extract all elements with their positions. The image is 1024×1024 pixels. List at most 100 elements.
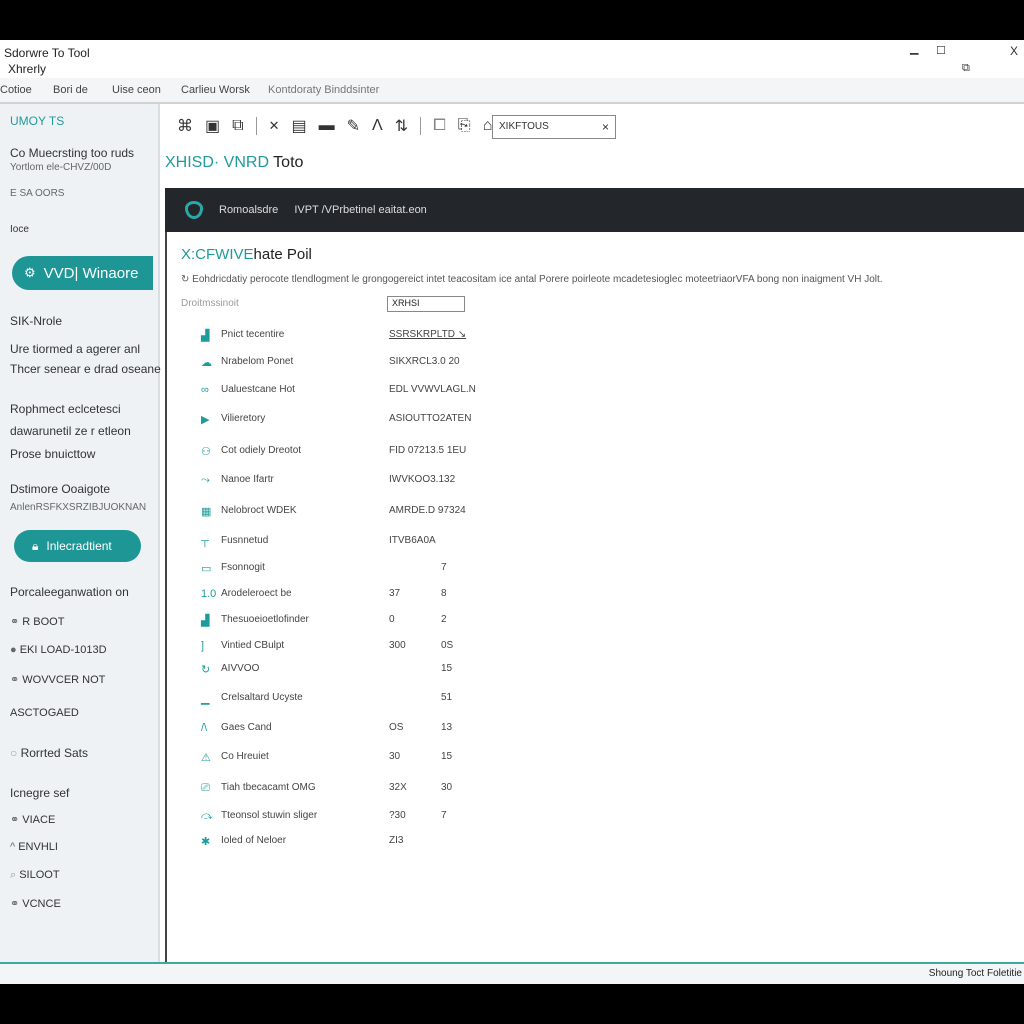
sidebar-item[interactable]: ^ ENVHLI (10, 841, 58, 853)
plugin-icon[interactable]: ⌘ (177, 116, 193, 136)
sidebar: UMOY TS Co Muecrsting too ruds Yortlom e… (0, 104, 161, 962)
row-value-2: 30 (441, 782, 453, 793)
sidebar-item[interactable]: ⌕ SILOOT (10, 869, 60, 882)
row-label: Ualuestcane Hot (221, 384, 295, 395)
cut-icon[interactable]: ✕ (269, 118, 280, 134)
settings-icon: ⚙ (24, 265, 36, 280)
row-value: 37 (389, 588, 401, 599)
sidebar-item[interactable]: ⚭ R BOOT (10, 615, 64, 628)
table-row[interactable]: ⤳ Nanoe Ifartr IWVKOO3.132 (201, 474, 601, 490)
close-button[interactable]: X (1010, 44, 1018, 58)
interaction-button[interactable]: 🔒︎ Inlecradtient (14, 530, 141, 562)
tag-icon[interactable]: ⌂ (483, 117, 493, 135)
document-icon[interactable]: ▤ (291, 116, 306, 136)
cloud-icon: ☁ (201, 357, 212, 369)
sidebar-item[interactable]: ⚭ WOVVCER NOT (10, 673, 105, 686)
menu-item[interactable]: Bori de (53, 84, 88, 96)
restore-button[interactable]: ⧉ (962, 62, 970, 75)
files-icon[interactable]: ⎘ (458, 117, 471, 135)
sort-icon[interactable]: ⇅ (395, 116, 408, 136)
minimize-button[interactable]: ▁ (910, 42, 918, 55)
copy-icon[interactable]: ⧉ (232, 117, 243, 135)
row-label: Nanoe Ifartr (221, 474, 274, 485)
row-value: 300 (389, 640, 406, 651)
edit-icon[interactable]: ✎ (347, 116, 360, 136)
search-icon: ⌕ (10, 869, 20, 881)
sidebar-item[interactable]: ⚭ VCNCE (10, 897, 61, 910)
clear-search-icon[interactable]: × (602, 120, 609, 134)
table-row[interactable]: ⚠ Co Hreuiet 30 15 (201, 751, 601, 767)
table-row[interactable]: ☁ Nrabelom Ponet SIKXRCL3.0 20 (201, 356, 601, 372)
sidebar-face: Ioce (10, 224, 29, 235)
link-icon: ⚭ (10, 674, 23, 686)
table-row[interactable]: ] Vintied CBulpt 300 0S (201, 640, 601, 656)
table-row[interactable]: ▦ Nelobroct WDEK AMRDE.D 97324 (201, 505, 601, 521)
table-row[interactable]: ⚇ Cot odiely Dreotot FID 07213.5 1EU (201, 445, 601, 461)
menu-item[interactable]: Uise ceon (112, 84, 161, 96)
table-row[interactable]: ✱ Ioled of Neloer ZI3 (201, 835, 601, 851)
warning-icon: ⚠ (201, 752, 211, 764)
sidebar-item[interactable]: ● EKI LOAD-1013D (10, 644, 107, 656)
sidebar-text: Prose bnuicttow (10, 447, 96, 461)
menu-item[interactable]: Kontdoraty Binddsinter (268, 84, 379, 96)
row-value-2: 7 (441, 810, 447, 821)
row-value: ASIOUTTO2ATEN (389, 413, 472, 424)
flag-icon: ▶ (201, 414, 210, 426)
toolbar-divider (255, 117, 257, 135)
sidebar-item[interactable]: ⚭ VIACE (10, 813, 55, 826)
row-label: Tteonsol stuwin sliger (221, 810, 318, 821)
sidebar-section: Dstimore Ooaigote (10, 482, 111, 496)
table-row[interactable]: ⤼ Tteonsol stuwin sliger ?30 7 (201, 810, 601, 826)
table-row[interactable]: ∞ Ualuestcane Hot EDL VVWVLAGL.N (201, 384, 601, 400)
row-label: Crelsaltard Ucyste (221, 692, 303, 703)
menu-item[interactable]: Carlieu Worsk (181, 84, 250, 96)
menu-bar: Cotioe Bori de Uise ceon Carlieu Worsk K… (0, 78, 1024, 104)
field-label: Droitmssinoit (181, 298, 239, 309)
number-icon: 1.0 (201, 588, 217, 600)
banner: Romoalsdre IVPT /VPrbetinel eaitat.eon (165, 188, 1024, 232)
image-icon: ▭ (201, 563, 212, 575)
row-label: Vilieretory (221, 413, 266, 424)
users-icon: ⚇ (201, 446, 211, 458)
table-row[interactable]: ⎚ Tiah tbecacamt OMG 32X 30 (201, 782, 601, 798)
menu-item[interactable]: Cotioe (0, 84, 32, 96)
row-value-2: 2 (441, 614, 447, 625)
table-row[interactable]: ▭ Fsonnogit 7 (201, 562, 601, 578)
save-icon[interactable]: ▬ (319, 117, 335, 135)
row-label: Pnict tecentire (221, 329, 285, 340)
table-row[interactable]: ▶ Vilieretory ASIOUTTO2ATEN (201, 413, 601, 429)
maximize-button[interactable]: ☐ (936, 44, 946, 57)
table-row[interactable]: /\ Gaes Cand OS 13 (201, 722, 601, 738)
row-value: ?30 (389, 810, 406, 821)
sidebar-header: UMOY TS (10, 114, 65, 128)
field-input[interactable]: XRHSI (387, 296, 465, 312)
table-row[interactable]: ▟ Thesuoeioetlofinder 0 2 (201, 614, 601, 630)
table-row[interactable]: ▁ Crelsaltard Ucyste 51 (201, 692, 601, 708)
title-bar: Sdorwre To Tool Xhrerly ▁ ☐ X ⧉ (0, 40, 1024, 78)
table-row[interactable]: ↻ AIVVOO 15 (201, 663, 601, 679)
primary-button[interactable]: ⚙ VVD| Winaore (12, 256, 153, 290)
pulse-icon: /\ (201, 722, 208, 734)
main-area: ⌘ ▣ ⧉ ✕ ▤ ▬ ✎ Λ ⇅ ⧠ ⎘ ⌂ XIKFTOUS × XHISD… (165, 104, 1024, 962)
layers-icon[interactable]: ⧠ (433, 117, 446, 135)
text-icon[interactable]: Λ (372, 117, 383, 135)
window-subtitle: Xhrerly (8, 62, 47, 76)
star-icon: ✱ (201, 836, 211, 848)
image-icon[interactable]: ▣ (205, 116, 220, 136)
panel-description: ↻ Eohdricdatiy perocote tlendlogment le … (181, 274, 883, 285)
table-row[interactable]: ┬ Fusnnetud ITVB6A0A (201, 535, 601, 551)
table-row[interactable]: ▟ Pnict tecentire SSRSKRPLTD ↘ (201, 329, 601, 345)
search-input[interactable]: XIKFTOUS × (492, 115, 616, 139)
page-title: XHISD· VNRD Toto (165, 154, 304, 171)
sidebar-text: dawarunetil ze r etleon (10, 424, 131, 438)
row-value-2: 15 (441, 751, 453, 762)
sidebar-text: Thcer senear e drad oseane (10, 362, 161, 376)
row-value: 0 (389, 614, 395, 625)
row-value-2: 13 (441, 722, 453, 733)
content-panel: X:CFWIVEhate Poil ↻ Eohdricdatiy perocot… (165, 232, 1024, 962)
table-row[interactable]: 1.0 Arodeleroect be 37 8 (201, 588, 601, 604)
shield-icon (185, 201, 203, 219)
row-value: OS (389, 722, 404, 733)
radio-option[interactable]: ○ Rorrted Sats (10, 746, 88, 760)
radio-icon: ○ (10, 746, 21, 760)
